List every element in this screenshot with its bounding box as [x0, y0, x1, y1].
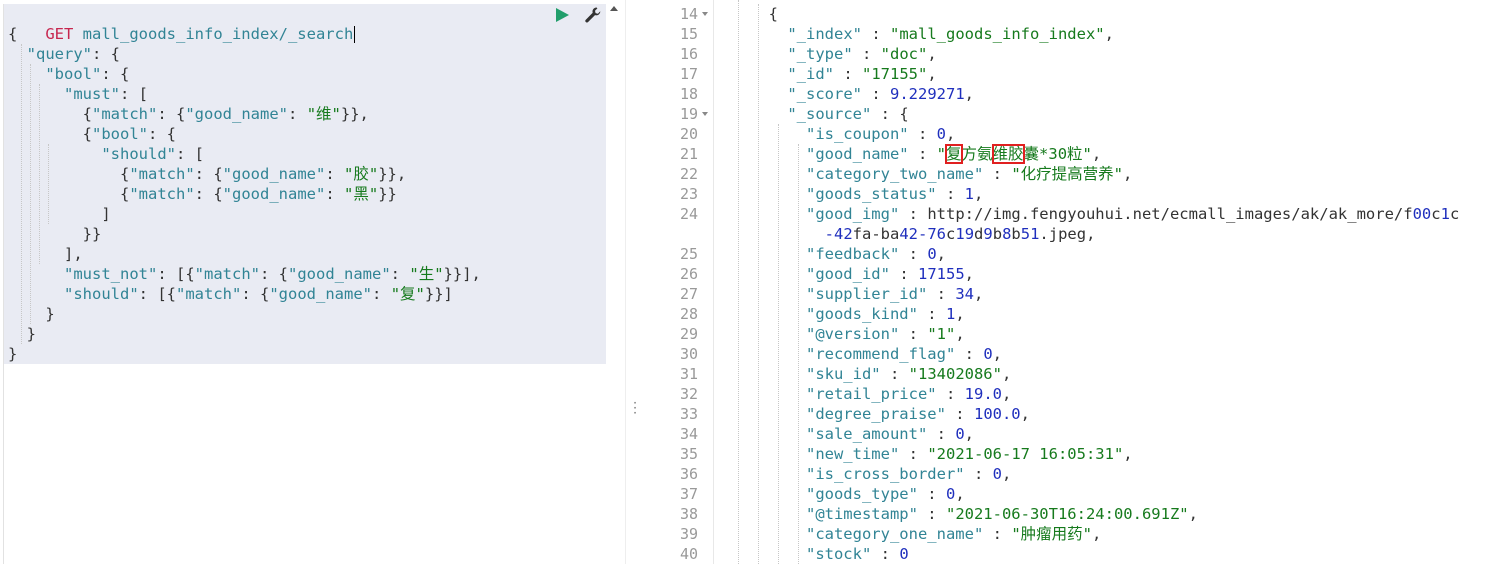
response-line: "good_id" : 17155, — [805, 265, 975, 283]
response-line: "_type" : "doc", — [787, 45, 937, 63]
run-request-button[interactable] — [556, 8, 569, 22]
response-line: "@timestamp" : "2021-06-30T16:24:00.691Z… — [805, 505, 1198, 523]
request-body-line[interactable]: "should": [ — [8, 144, 204, 164]
scroll-up-icon[interactable] — [610, 6, 618, 11]
line-number: 35 — [679, 445, 698, 463]
response-line: "sale_amount" : 0, — [805, 425, 975, 443]
line-number: 32 — [679, 385, 698, 403]
line-number: 18 — [679, 85, 698, 103]
line-number: 25 — [679, 245, 698, 263]
response-viewer[interactable]: 14 {15 "_index" : "mall_goods_info_index… — [640, 0, 1487, 564]
line-number: 26 — [679, 265, 698, 283]
line-number: 29 — [679, 325, 698, 343]
response-line: "degree_praise" : 100.0, — [805, 405, 1030, 423]
line-number: 39 — [679, 525, 698, 543]
response-line: "stock" : 0 — [805, 545, 909, 563]
line-number: 19 — [679, 105, 698, 123]
line-number: 20 — [679, 125, 698, 143]
response-line: "category_two_name" : "化疗提高营养", — [805, 165, 1133, 183]
response-line: "goods_kind" : 1, — [805, 305, 965, 323]
line-number: 14 — [679, 5, 698, 23]
request-body-line[interactable]: {"match": {"good_name": "黑"}} — [8, 184, 397, 204]
response-line: "is_cross_border" : 0, — [805, 465, 1012, 483]
line-number: 34 — [679, 425, 698, 443]
request-body-line[interactable]: {"bool": { — [8, 124, 176, 144]
response-line: "sku_id" : "13402086", — [805, 365, 1012, 383]
resize-handle-icon[interactable]: · · · — [633, 397, 637, 419]
response-line: "feedback" : 0, — [805, 245, 947, 263]
request-url: mall_goods_info_index/_search — [82, 25, 354, 43]
text-cursor — [354, 26, 356, 43]
request-body-line[interactable]: {"match": {"good_name": "胶"}}, — [8, 164, 406, 184]
request-body-line[interactable]: { — [8, 24, 17, 44]
line-number: 31 — [679, 365, 698, 383]
response-line: "retail_price" : 19.0, — [805, 385, 1012, 403]
response-line: "is_coupon" : 0, — [805, 125, 956, 143]
indent-guide — [738, 0, 739, 564]
response-line: "@version" : "1", — [805, 325, 965, 343]
editor-left-border — [3, 4, 4, 564]
request-body-line[interactable]: } — [8, 304, 54, 324]
request-body-line[interactable]: "must": [ — [8, 84, 148, 104]
response-line: -42fa-ba42-76c19d9b8b51.jpeg, — [824, 225, 1096, 243]
request-body-line[interactable]: {"match": {"good_name": "维"}}, — [8, 104, 369, 124]
line-number: 23 — [679, 185, 698, 203]
line-number: 24 — [679, 205, 698, 223]
response-line: "category_one_name" : "肿瘤用药", — [805, 525, 1102, 543]
line-number: 38 — [679, 505, 698, 523]
request-body-line[interactable]: ] — [8, 204, 110, 224]
response-line: "_index" : "mall_goods_info_index", — [787, 25, 1114, 43]
request-body-line[interactable]: "bool": { — [8, 64, 129, 84]
indent-guide — [778, 124, 779, 564]
response-line: "good_img" : http://img.fengyouhui.net/e… — [805, 205, 1460, 223]
indent-guide — [21, 44, 22, 344]
line-number: 27 — [679, 285, 698, 303]
line-number: 36 — [679, 465, 698, 483]
response-line: "goods_type" : 0, — [805, 485, 965, 503]
line-number: 21 — [679, 145, 698, 163]
response-line: "good_name" : "复方氨维胶囊*30粒", — [805, 144, 1102, 164]
response-line: { — [694, 5, 778, 23]
response-line: "_source" : { — [787, 105, 909, 123]
request-body-line[interactable]: } — [8, 344, 17, 364]
line-number: 22 — [679, 165, 698, 183]
response-line: "recommend_flag" : 0, — [805, 345, 1002, 363]
request-body-line[interactable]: "must_not": [{"match": {"good_name": "生"… — [8, 264, 481, 284]
request-body-line[interactable]: ], — [8, 244, 83, 264]
response-line: "new_time" : "2021-06-17 16:05:31", — [805, 445, 1133, 463]
request-body-line[interactable]: } — [8, 324, 36, 344]
request-body-line[interactable]: "query": { — [8, 44, 120, 64]
match-highlight: 复 — [945, 144, 963, 164]
indent-guide — [30, 64, 31, 324]
request-body-line[interactable]: "should": [{"match": {"good_name": "复"}}… — [8, 284, 453, 304]
indent-guide — [758, 4, 759, 564]
line-number: 16 — [679, 45, 698, 63]
line-number: 33 — [679, 405, 698, 423]
response-line: "_id" : "17155", — [787, 65, 937, 83]
http-method: GET — [45, 25, 74, 43]
line-number: 15 — [679, 25, 698, 43]
line-number: 30 — [679, 345, 698, 363]
line-number: 17 — [679, 65, 698, 83]
line-number — [640, 224, 698, 244]
line-number: 37 — [679, 485, 698, 503]
request-line[interactable]: GET mall_goods_info_index/_search — [8, 4, 356, 43]
pane-divider — [625, 0, 626, 564]
request-editor[interactable]: GET mall_goods_info_index/_search { "que… — [0, 0, 606, 564]
line-number: 28 — [679, 305, 698, 323]
line-number: 40 — [679, 545, 698, 563]
match-highlight: 维胶 — [991, 144, 1025, 164]
indent-guide — [48, 144, 49, 224]
indent-guide — [39, 84, 40, 264]
indent-guide — [798, 144, 799, 564]
response-line: "_score" : 9.229271, — [787, 85, 974, 103]
wrench-icon[interactable] — [584, 6, 602, 24]
